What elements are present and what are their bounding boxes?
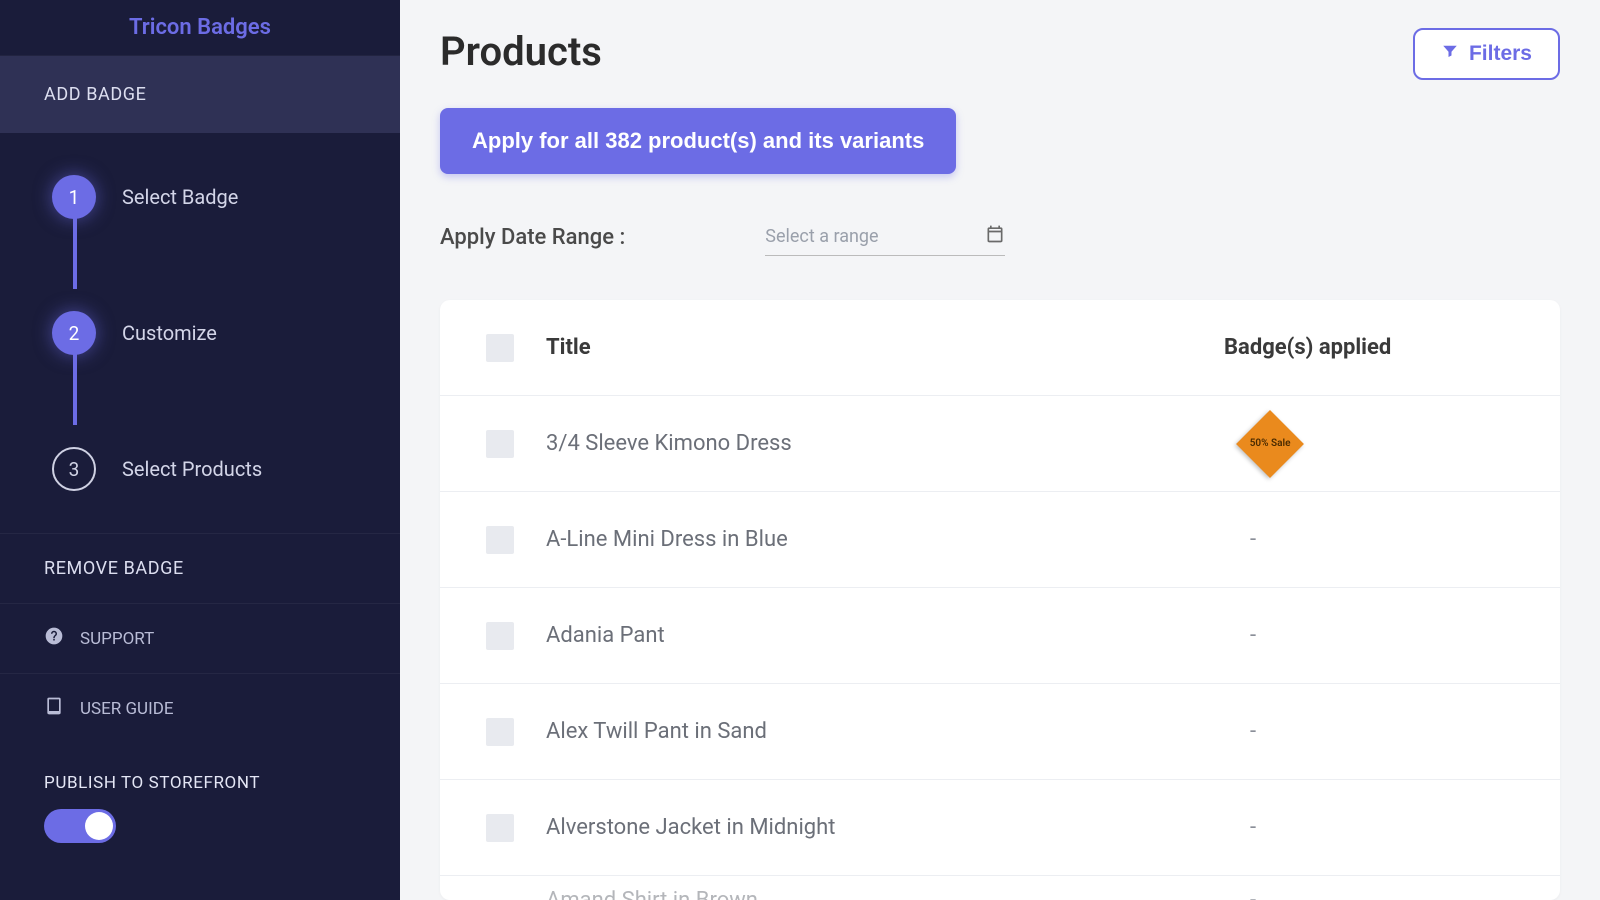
filters-label: Filters bbox=[1469, 42, 1532, 66]
date-range-input[interactable]: Select a range bbox=[765, 218, 1005, 256]
sidebar-support-label: SUPPORT bbox=[80, 629, 154, 649]
table-row[interactable]: Alverstone Jacket in Midnight - bbox=[440, 780, 1560, 876]
calendar-icon bbox=[985, 224, 1005, 249]
step-select-products[interactable]: 3 Select Products bbox=[52, 435, 356, 503]
step-customize[interactable]: 2 Customize bbox=[52, 299, 356, 435]
sidebar-support[interactable]: SUPPORT bbox=[0, 603, 400, 673]
row-title: Amand Shirt in Brown bbox=[546, 888, 1224, 900]
topbar: Products Filters bbox=[440, 28, 1560, 80]
select-all-checkbox[interactable] bbox=[486, 334, 514, 362]
sidebar-remove-badge[interactable]: REMOVE BADGE bbox=[0, 533, 400, 603]
date-range-row: Apply Date Range : Select a range bbox=[440, 218, 1560, 256]
row-badge: - bbox=[1224, 623, 1544, 648]
row-title: Alverstone Jacket in Midnight bbox=[546, 815, 1224, 840]
table-row[interactable]: A-Line Mini Dress in Blue - bbox=[440, 492, 1560, 588]
table-row[interactable]: 3/4 Sleeve Kimono Dress 50% Sale bbox=[440, 396, 1560, 492]
sidebar-header-add-badge[interactable]: ADD BADGE bbox=[0, 56, 400, 133]
apply-all-button[interactable]: Apply for all 382 product(s) and its var… bbox=[440, 108, 956, 174]
filter-icon bbox=[1441, 42, 1459, 66]
help-icon bbox=[44, 626, 64, 651]
main: Products Filters Apply for all 382 produ… bbox=[400, 0, 1600, 900]
sale-badge-icon: 50% Sale bbox=[1236, 410, 1304, 478]
date-range-placeholder: Select a range bbox=[765, 226, 878, 247]
table-row[interactable]: Adania Pant - bbox=[440, 588, 1560, 684]
page-title: Products bbox=[440, 28, 602, 75]
row-checkbox[interactable] bbox=[486, 718, 514, 746]
row-checkbox[interactable] bbox=[486, 430, 514, 458]
row-badge: - bbox=[1224, 527, 1544, 552]
sidebar: Tricon Badges ADD BADGE 1 Select Badge 2… bbox=[0, 0, 400, 900]
step-label: Select Badge bbox=[122, 185, 238, 209]
products-table: Title Badge(s) applied 3/4 Sleeve Kimono… bbox=[440, 300, 1560, 900]
step-number: 1 bbox=[52, 175, 96, 219]
row-checkbox[interactable] bbox=[486, 622, 514, 650]
filters-button[interactable]: Filters bbox=[1413, 28, 1560, 80]
toggle-knob bbox=[85, 812, 113, 840]
badge-text: 50% Sale bbox=[1250, 438, 1291, 449]
row-title: Adania Pant bbox=[546, 623, 1224, 648]
stepper: 1 Select Badge 2 Customize 3 Select Prod… bbox=[0, 133, 400, 533]
step-number: 2 bbox=[52, 311, 96, 355]
table-row[interactable]: Alex Twill Pant in Sand - bbox=[440, 684, 1560, 780]
row-title: A-Line Mini Dress in Blue bbox=[546, 527, 1224, 552]
sidebar-user-guide[interactable]: USER GUIDE bbox=[0, 673, 400, 743]
publish-toggle[interactable] bbox=[44, 809, 116, 843]
step-number: 3 bbox=[52, 447, 96, 491]
table-row[interactable]: Amand Shirt in Brown - bbox=[440, 876, 1560, 900]
row-title: 3/4 Sleeve Kimono Dress bbox=[546, 431, 1224, 456]
step-label: Customize bbox=[122, 321, 217, 345]
row-checkbox[interactable] bbox=[486, 526, 514, 554]
th-title: Title bbox=[546, 335, 1224, 360]
step-select-badge[interactable]: 1 Select Badge bbox=[52, 163, 356, 299]
row-title: Alex Twill Pant in Sand bbox=[546, 719, 1224, 744]
th-badge: Badge(s) applied bbox=[1224, 335, 1544, 360]
brand-title: Tricon Badges bbox=[0, 0, 400, 56]
row-badge: 50% Sale bbox=[1224, 420, 1544, 468]
row-checkbox[interactable] bbox=[486, 814, 514, 842]
sidebar-user-guide-label: USER GUIDE bbox=[80, 699, 174, 719]
row-badge: - bbox=[1224, 719, 1544, 744]
row-badge: - bbox=[1224, 815, 1544, 840]
publish-section: PUBLISH TO STOREFRONT bbox=[0, 743, 400, 873]
table-header: Title Badge(s) applied bbox=[440, 300, 1560, 396]
step-label: Select Products bbox=[122, 457, 262, 481]
book-icon bbox=[44, 696, 64, 721]
row-badge: - bbox=[1224, 888, 1544, 900]
publish-label: PUBLISH TO STOREFRONT bbox=[44, 773, 356, 793]
date-range-label: Apply Date Range : bbox=[440, 225, 625, 250]
